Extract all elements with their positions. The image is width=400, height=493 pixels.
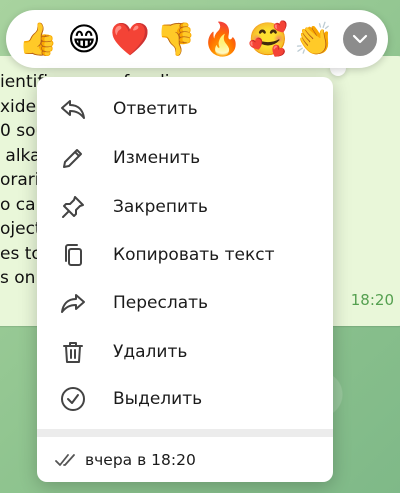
read-time-label: вчера в 18:20 — [85, 450, 196, 469]
menu-item-copy[interactable]: Копировать текст — [37, 231, 333, 279]
reply-icon — [58, 94, 88, 124]
reaction-fire[interactable]: 🔥 — [199, 16, 245, 62]
reaction-heart[interactable]: ❤️ — [107, 16, 153, 62]
menu-label-copy: Копировать текст — [113, 245, 275, 265]
menu-label-reply: Ответить — [113, 99, 198, 119]
menu-item-pin[interactable]: Закрепить — [37, 183, 333, 231]
reaction-thumbs-up[interactable]: 👍 — [15, 16, 61, 62]
menu-item-delete[interactable]: Удалить — [37, 328, 333, 376]
menu-separator — [37, 429, 333, 437]
menu-item-forward[interactable]: Переслать — [37, 279, 333, 327]
menu-item-select[interactable]: Выделить — [37, 375, 333, 423]
menu-label-select: Выделить — [113, 389, 203, 409]
menu-item-reply[interactable]: Ответить — [37, 85, 333, 133]
forward-icon — [58, 288, 88, 318]
message-time: 18:20 — [350, 291, 394, 309]
pencil-icon — [58, 143, 88, 173]
menu-label-pin: Закрепить — [113, 197, 208, 217]
copy-icon — [58, 240, 88, 270]
menu-label-delete: Удалить — [113, 342, 188, 362]
reaction-grinning[interactable]: 😁 — [61, 16, 107, 62]
pin-icon — [58, 192, 88, 222]
reaction-thumbs-down[interactable]: 👎 — [153, 16, 199, 62]
menu-item-edit[interactable]: Изменить — [37, 134, 333, 182]
reaction-clapping[interactable]: 👏 — [291, 16, 337, 62]
context-menu: Ответить Изменить Закрепить Копировать т… — [37, 77, 333, 482]
menu-label-forward: Переслать — [113, 293, 209, 313]
expand-reactions-button[interactable] — [343, 22, 377, 56]
read-receipt-info[interactable]: вчера в 18:20 — [37, 437, 333, 482]
trash-icon — [58, 337, 88, 367]
reaction-bar: 👍 😁 ❤️ 👎 🔥 🥰 👏 — [6, 10, 388, 68]
double-check-icon — [55, 452, 79, 468]
menu-label-edit: Изменить — [113, 148, 201, 168]
reaction-smiling-hearts[interactable]: 🥰 — [245, 16, 291, 62]
check-circle-icon — [58, 384, 88, 414]
chevron-down-icon — [352, 34, 368, 44]
